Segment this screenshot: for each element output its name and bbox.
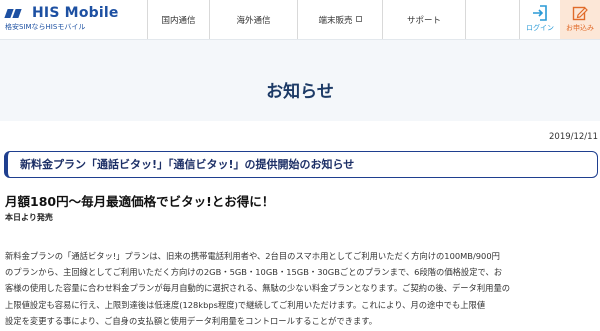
body-line: 新料金プランの「通話ビタッ!」プランは、旧来の携帯電話利用者や、2台目のスマホ用… <box>5 251 500 261</box>
login-button[interactable]: ログイン <box>519 0 560 39</box>
nav-item-domestic[interactable]: 国内通信 <box>147 0 209 39</box>
nav-item-label: 海外通信 <box>236 15 271 26</box>
login-label: ログイン <box>526 24 554 32</box>
notice-subline: 本日より発売 <box>5 213 53 222</box>
page-title-band <box>0 39 600 121</box>
apply-button[interactable]: お申込み <box>560 0 600 39</box>
external-link-icon <box>355 15 362 22</box>
notice-headline: 月額180円～毎月最適価格でビタッ!とお得に！ <box>5 194 275 209</box>
apply-label: お申込み <box>566 24 594 32</box>
his-mobile-logo[interactable]: HIS Mobile 格安SIMならHISモバイル <box>2 5 148 35</box>
body-line: 客様の使用した容量に合わせ料金プランが毎月自動的に選択される、無駄の少ない料金プ… <box>5 283 511 294</box>
nav-item-label: サポート <box>406 15 441 26</box>
body-line: のプランから、主回線としてご利用いただく方向けの2GB・5GB・10GB・15G… <box>5 267 503 278</box>
nav-item-overseas[interactable]: 海外通信 <box>209 0 297 39</box>
login-arrow-icon <box>533 5 547 21</box>
site-header: HIS Mobile 格安SIMならHISモバイル 国内通信 海外通信 端末販売… <box>0 0 600 39</box>
nav-item-label: 端末販売 <box>318 15 353 26</box>
page-title: お知らせ <box>266 82 334 102</box>
nav-item-support[interactable]: サポート <box>382 0 466 39</box>
nav-item-devices[interactable]: 端末販売 <box>297 0 382 39</box>
notice-title-box: 新料金プラン「通話ビタッ!」「通信ビタッ!」の提供開始のお知らせ <box>4 151 598 178</box>
notice-body: 新料金プランの「通話ビタッ!」プランは、旧来の携帯電話利用者や、2台目のスマホ用… <box>5 248 597 329</box>
main-nav: 国内通信 海外通信 端末販売 サポート <box>147 0 466 39</box>
pencil-edit-icon <box>572 6 588 21</box>
logo-text: HIS Mobile <box>32 5 119 21</box>
notice-date: 2019/12/11 <box>549 132 598 142</box>
logo-mark-icon <box>4 9 28 18</box>
nav-item-label: 国内通信 <box>161 15 196 26</box>
notice-title: 新料金プラン「通話ビタッ!」「通信ビタッ!」の提供開始のお知らせ <box>20 158 355 171</box>
body-line: 上限値設定も容易に行え、上限到達後は低速度(128kbps程度)で継続してご利用… <box>5 299 486 310</box>
body-line: 設定を変更する事により、ご自身の支払額と使用データ利用量をコントロールすることが… <box>5 315 378 326</box>
logo-tagline: 格安SIMならHISモバイル <box>5 23 86 31</box>
